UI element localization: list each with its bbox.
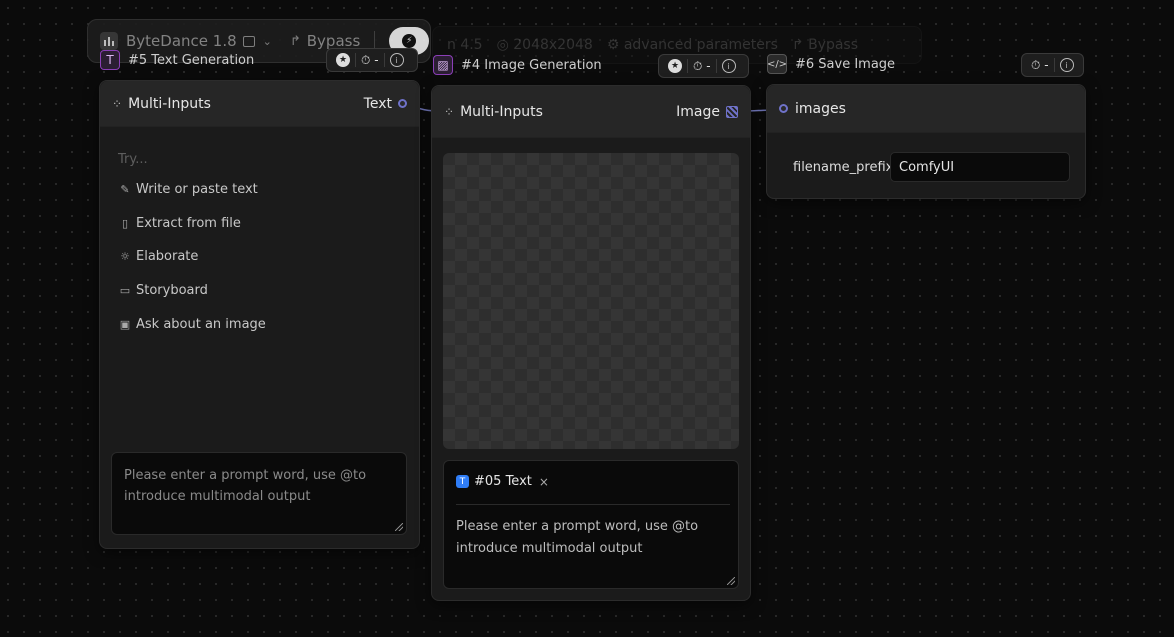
reference-chip[interactable]: T #05 Text × <box>456 474 549 489</box>
ghost-bypass: ↱ Bypass <box>791 37 859 53</box>
menu-elaborate-label: Elaborate <box>136 249 199 264</box>
images-input-label: images <box>795 100 846 117</box>
menu-extract-file[interactable]: ▯ Extract from file <box>118 216 241 231</box>
timer-value: - <box>374 53 379 67</box>
model-icon <box>100 32 118 50</box>
text-node-info-button[interactable]: i <box>385 49 409 71</box>
image-badge-icon <box>242 35 255 47</box>
menu-ask-image-label: Ask about an image <box>136 317 266 332</box>
menu-ask-image[interactable]: ▣ Ask about an image <box>118 317 266 332</box>
image-generation-node: ⁘ Multi-Inputs Image T #05 Text × Please… <box>431 85 751 601</box>
save-node-header: images <box>767 85 1085 133</box>
image-output-label: Image <box>676 103 720 120</box>
text-node-star-button[interactable]: ★ <box>331 49 355 71</box>
image-node-header: ⁘ Multi-Inputs Image <box>432 86 750 138</box>
run-icon: ⚡ <box>402 34 417 48</box>
image-icon: ▣ <box>119 318 131 331</box>
chip-divider <box>456 504 730 505</box>
image-preview-area <box>443 153 739 449</box>
image-output-port[interactable] <box>726 105 738 118</box>
text-node-controls: ★ ⏱ - i <box>326 48 418 72</box>
star-icon: ★ <box>336 53 350 67</box>
filename-prefix-value: ComfyUI <box>899 159 955 175</box>
timer-value: - <box>706 59 711 73</box>
image-node-controls: ★ ⏱ - i <box>658 54 749 78</box>
file-icon: ▯ <box>121 217 129 230</box>
save-node-title[interactable]: </> #6 Save Image <box>767 54 895 74</box>
text-output-port[interactable] <box>398 99 407 108</box>
image-node-info-button[interactable]: i <box>717 55 741 77</box>
ghost-resolution: ◎ 2048x2048 <box>496 37 593 53</box>
image-node-star-button[interactable]: ★ <box>663 55 687 77</box>
image-prompt-panel[interactable]: T #05 Text × Please enter a prompt word,… <box>443 460 739 589</box>
text-generation-node: ⁘ Multi-Inputs Text Try... ✎ Write or pas… <box>99 80 420 549</box>
text-type-icon: T <box>100 50 120 70</box>
image-type-icon: ▨ <box>433 55 453 75</box>
image-node-inputs-label: Multi-Inputs <box>460 103 543 120</box>
text-ref-icon: T <box>456 475 469 488</box>
multi-inputs-icon: ⁘ <box>112 96 123 111</box>
bulb-icon: ☼ <box>120 250 130 263</box>
save-node-title-label: #6 Save Image <box>795 56 896 72</box>
save-node-info-button[interactable]: i <box>1055 54 1079 76</box>
reference-chip-label: #05 Text <box>474 474 532 489</box>
text-output-label: Text <box>363 95 392 112</box>
text-node-timer[interactable]: ⏱ - <box>356 49 384 71</box>
timer-value: - <box>1044 58 1049 72</box>
text-prompt-input[interactable]: Please enter a prompt word, use @to intr… <box>111 452 407 535</box>
menu-storyboard-label: Storyboard <box>136 283 208 298</box>
ghost-advanced-text: advanced parameters <box>623 37 778 53</box>
ghost-advanced: ⚙ advanced parameters <box>606 37 778 53</box>
timer-icon: ⏱ <box>361 52 371 67</box>
images-input-port[interactable] <box>779 104 788 113</box>
filename-prefix-input[interactable]: ComfyUI <box>890 152 1070 182</box>
menu-elaborate[interactable]: ☼ Elaborate <box>118 249 198 264</box>
chevron-down-icon[interactable]: ⌄ <box>263 35 272 48</box>
timer-icon: ⏱ <box>1031 57 1041 72</box>
info-icon: i <box>721 59 736 73</box>
resize-handle[interactable] <box>727 577 735 585</box>
ghost-model-suffix: n 4.5 <box>447 37 483 53</box>
star-icon: ★ <box>668 59 682 73</box>
image-node-title[interactable]: ▨ #4 Image Generation <box>433 55 602 75</box>
resize-handle[interactable] <box>395 523 403 531</box>
info-icon: i <box>1059 58 1074 72</box>
menu-write-paste[interactable]: ✎ Write or paste text <box>118 182 258 197</box>
text-node-inputs-label: Multi-Inputs <box>128 95 211 112</box>
code-icon: </> <box>767 54 787 74</box>
save-node-controls: ⏱ - i <box>1021 53 1084 77</box>
timer-icon: ⏱ <box>693 58 703 73</box>
pencil-icon: ✎ <box>120 183 130 196</box>
image-node-title-label: #4 Image Generation <box>461 57 602 73</box>
text-node-title-label: #5 Text Generation <box>128 52 255 68</box>
chip-close-icon[interactable]: × <box>539 475 549 489</box>
text-node-header: ⁘ Multi-Inputs Text <box>100 81 419 127</box>
save-image-node: images filename_prefix ComfyUI <box>766 84 1086 199</box>
filename-prefix-label: filename_prefix <box>793 160 894 175</box>
ghost-bypass-text: Bypass <box>808 37 859 53</box>
info-icon: i <box>389 53 404 67</box>
try-label: Try... <box>118 152 148 167</box>
menu-extract-file-label: Extract from file <box>136 216 241 231</box>
text-node-title[interactable]: T #5 Text Generation <box>100 50 254 70</box>
menu-storyboard[interactable]: ▭ Storyboard <box>118 283 208 298</box>
multi-inputs-icon: ⁘ <box>444 104 455 119</box>
bypass-icon: ↱ <box>289 33 301 49</box>
video-icon: ▭ <box>119 284 131 297</box>
text-prompt-placeholder: Please enter a prompt word, use @to intr… <box>124 468 367 504</box>
image-node-timer[interactable]: ⏱ - <box>688 55 716 77</box>
model-name[interactable]: ByteDance 1.8 <box>126 32 237 50</box>
ghost-resolution-text: 2048x2048 <box>513 37 593 53</box>
menu-write-paste-label: Write or paste text <box>136 182 258 197</box>
image-prompt-placeholder: Please enter a prompt word, use @to intr… <box>456 519 699 556</box>
save-node-timer[interactable]: ⏱ - <box>1026 54 1054 76</box>
